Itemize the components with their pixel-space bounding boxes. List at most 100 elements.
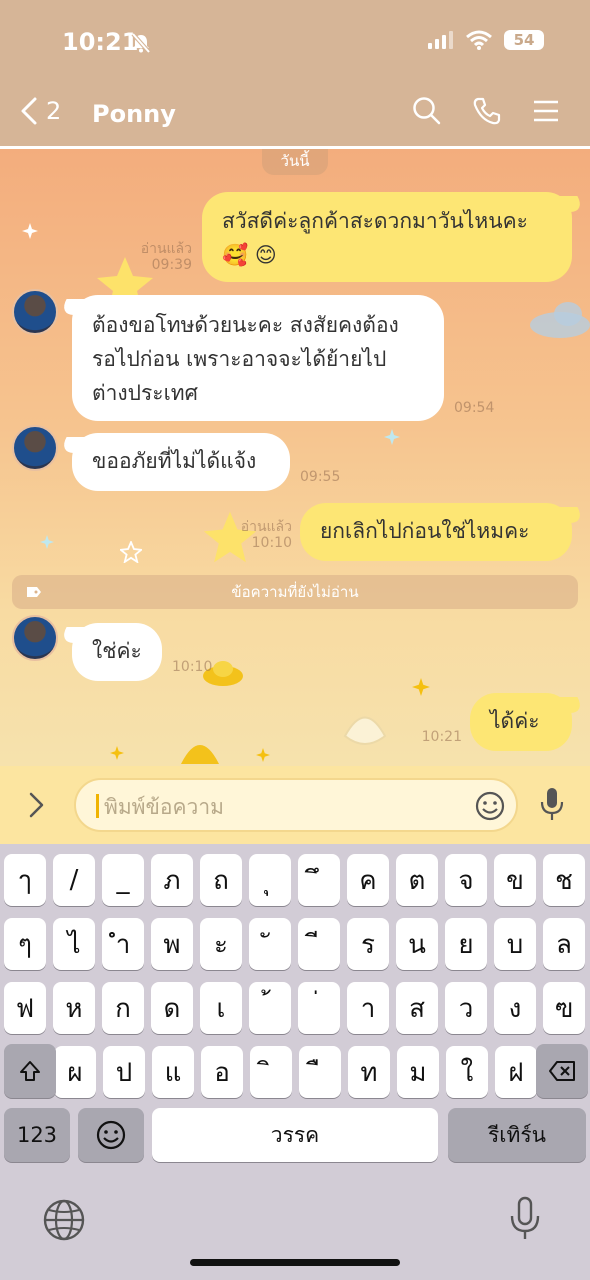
header-actions bbox=[412, 96, 560, 126]
message-text: รอไปก่อน เพราะอาจจะได้ย้ายไป bbox=[92, 347, 387, 371]
key-row3-11[interactable]: ฃ bbox=[543, 982, 585, 1034]
key-row3-1[interactable]: ห bbox=[53, 982, 95, 1034]
shift-icon bbox=[20, 1061, 40, 1081]
key-row1-11[interactable]: ช bbox=[543, 854, 585, 906]
key-row1-10[interactable]: ข bbox=[494, 854, 536, 906]
message-time: 10:21 bbox=[421, 729, 462, 745]
message-text: สวัสดีค่ะลูกค้าสะดวกมาวันไหนคะ bbox=[222, 209, 528, 233]
key-row4-1[interactable]: ป bbox=[103, 1046, 145, 1098]
numbers-key[interactable]: 123 bbox=[4, 1108, 70, 1162]
key-row3-8[interactable]: ส bbox=[396, 982, 438, 1034]
message-text: ยกเลิกไปก่อนใช่ไหมคะ bbox=[320, 519, 530, 543]
message-text: ต่างประเทศ bbox=[92, 381, 198, 405]
phone-icon[interactable] bbox=[472, 96, 502, 126]
message-text: ได้ค่ะ bbox=[490, 709, 540, 733]
sparkle-icon bbox=[256, 748, 270, 762]
key-row2-9[interactable]: ย bbox=[445, 918, 487, 970]
shift-key[interactable] bbox=[4, 1044, 56, 1098]
sparkle-icon bbox=[40, 535, 54, 549]
key-row4-4[interactable]: ิ bbox=[250, 1046, 292, 1098]
key-row1-9[interactable]: จ bbox=[445, 854, 487, 906]
emoji-keyboard-key[interactable] bbox=[78, 1108, 144, 1162]
message-time: 09:55 bbox=[300, 469, 341, 485]
key-row4-5[interactable]: ื bbox=[299, 1046, 341, 1098]
battery-icon: 54 bbox=[504, 30, 544, 50]
status-time: 10:21 bbox=[62, 28, 139, 56]
avatar[interactable] bbox=[12, 425, 58, 471]
golden-dumpling-icon bbox=[181, 745, 219, 764]
emoji-keyboard-icon bbox=[96, 1120, 126, 1150]
key-row1-2[interactable]: _ bbox=[102, 854, 144, 906]
key-row4-7[interactable]: ม bbox=[397, 1046, 439, 1098]
key-row2-1[interactable]: ไ bbox=[53, 918, 95, 970]
backspace-icon bbox=[549, 1061, 575, 1081]
tag-icon bbox=[27, 587, 41, 597]
nav-bar: 2 Ponny bbox=[0, 92, 590, 140]
chat-area[interactable]: วันนี้ อ่านแล้ว 09:39 สวัสดีค่ะลูกค้าสะด… bbox=[0, 149, 590, 766]
message-input[interactable]: พิมพ์ข้อความ bbox=[74, 778, 518, 832]
outgoing-message[interactable]: สวัสดีค่ะลูกค้าสะดวกมาวันไหนคะ 🥰 😊 bbox=[202, 192, 572, 282]
globe-icon[interactable] bbox=[42, 1198, 86, 1242]
signal-icon bbox=[428, 31, 453, 49]
key-row1-6[interactable]: ึ bbox=[298, 854, 340, 906]
key-row3-5[interactable]: ้ bbox=[249, 982, 291, 1034]
key-row2-5[interactable]: ั bbox=[249, 918, 291, 970]
date-label: วันนี้ bbox=[262, 149, 328, 175]
key-row2-0[interactable]: ๆ bbox=[4, 918, 46, 970]
backspace-key[interactable] bbox=[536, 1044, 588, 1098]
key-row1-7[interactable]: ค bbox=[347, 854, 389, 906]
key-row1-5[interactable]: ุ bbox=[249, 854, 291, 906]
key-row3-3[interactable]: ด bbox=[151, 982, 193, 1034]
incoming-message[interactable]: ต้องขอโทษด้วยนะคะ สงสัยคงต้อง รอไปก่อน เ… bbox=[72, 295, 444, 421]
incoming-message[interactable]: ใช่ค่ะ bbox=[72, 623, 162, 681]
key-row1-1[interactable]: / bbox=[53, 854, 95, 906]
back-button[interactable]: 2 bbox=[20, 96, 61, 126]
expand-chevron-icon[interactable] bbox=[22, 790, 50, 820]
emoji-icon[interactable] bbox=[474, 790, 506, 822]
key-row2-4[interactable]: ะ bbox=[200, 918, 242, 970]
dictation-icon[interactable] bbox=[508, 1196, 542, 1242]
key-row2-2[interactable]: ำ bbox=[102, 918, 144, 970]
menu-icon[interactable] bbox=[532, 96, 560, 126]
incoming-message[interactable]: ขออภัยที่ไม่ได้แจ้ง bbox=[72, 433, 290, 491]
outline-star-icon bbox=[120, 541, 142, 563]
key-row4-0[interactable]: ผ bbox=[54, 1046, 96, 1098]
key-row3-9[interactable]: ว bbox=[445, 982, 487, 1034]
search-icon[interactable] bbox=[412, 96, 442, 126]
key-row3-2[interactable]: ก bbox=[102, 982, 144, 1034]
key-row2-11[interactable]: ล bbox=[543, 918, 585, 970]
key-row3-6[interactable]: ่ bbox=[298, 982, 340, 1034]
key-row4-6[interactable]: ท bbox=[348, 1046, 390, 1098]
key-row3-10[interactable]: ง bbox=[494, 982, 536, 1034]
key-row1-4[interactable]: ถ bbox=[200, 854, 242, 906]
key-row4-3[interactable]: อ bbox=[201, 1046, 243, 1098]
avatar[interactable] bbox=[12, 615, 58, 661]
mic-icon[interactable] bbox=[538, 786, 566, 822]
outgoing-message[interactable]: ยกเลิกไปก่อนใช่ไหมคะ bbox=[300, 503, 572, 561]
key-row2-8[interactable]: น bbox=[396, 918, 438, 970]
key-row2-3[interactable]: พ bbox=[151, 918, 193, 970]
key-row3-4[interactable]: เ bbox=[200, 982, 242, 1034]
key-row3-0[interactable]: ฟ bbox=[4, 982, 46, 1034]
message-placeholder: พิมพ์ข้อความ bbox=[104, 795, 224, 819]
key-row2-10[interactable]: บ bbox=[494, 918, 536, 970]
key-row2-7[interactable]: ร bbox=[347, 918, 389, 970]
key-row4-2[interactable]: แ bbox=[152, 1046, 194, 1098]
key-row1-3[interactable]: ภ bbox=[151, 854, 193, 906]
outgoing-message[interactable]: ได้ค่ะ bbox=[470, 693, 572, 751]
return-key[interactable]: รีเทิร์น bbox=[448, 1108, 586, 1162]
message-emoji: 🥰 😊 bbox=[222, 243, 277, 267]
sparkle-icon bbox=[110, 746, 124, 760]
key-row3-7[interactable]: า bbox=[347, 982, 389, 1034]
key-row1-0[interactable]: ๅ bbox=[4, 854, 46, 906]
key-row4-9[interactable]: ฝ bbox=[495, 1046, 537, 1098]
key-row4-8[interactable]: ใ bbox=[446, 1046, 488, 1098]
key-row2-6[interactable]: ี bbox=[298, 918, 340, 970]
home-indicator bbox=[190, 1259, 400, 1266]
space-key[interactable]: วรรค bbox=[152, 1108, 438, 1162]
avatar[interactable] bbox=[12, 289, 58, 335]
thai-keyboard: ๅ/_ภถุึคตจขช ๆไำพะัีรนยบล ฟหกดเ้่าสวงฃ ผ… bbox=[0, 844, 590, 1280]
sparkle-icon bbox=[384, 429, 400, 445]
back-chevron-icon bbox=[21, 97, 37, 125]
key-row1-8[interactable]: ต bbox=[396, 854, 438, 906]
